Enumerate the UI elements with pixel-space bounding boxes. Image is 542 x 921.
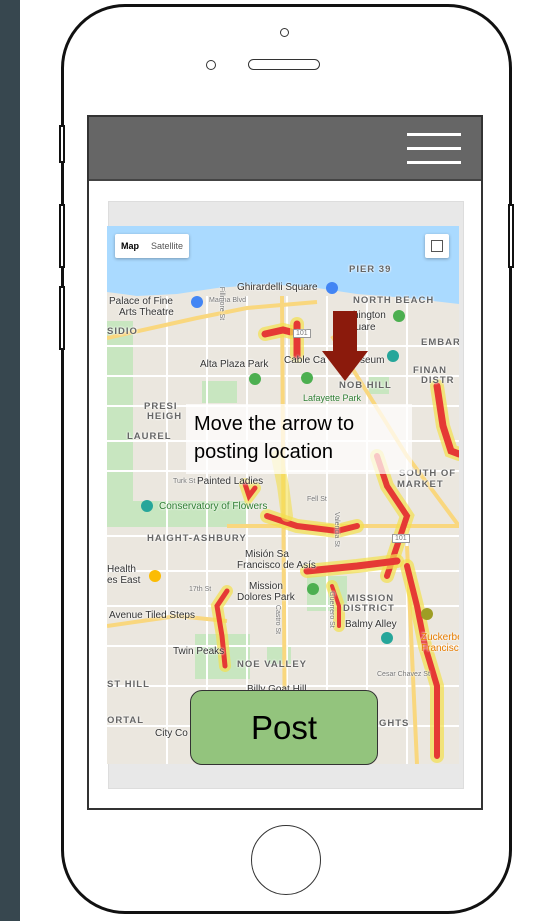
road-label: Fell St — [307, 496, 327, 503]
map-place-label: ST HILL — [107, 679, 150, 690]
map-place-label: NORTH BEACH — [353, 295, 435, 306]
front-camera-icon — [280, 28, 289, 37]
map-place-label: Balmy Alley — [345, 619, 397, 630]
heatmap-map[interactable]: Map Satellite PIER 39 Ghirardelli Square… — [107, 226, 459, 764]
hamburger-menu-icon[interactable] — [407, 133, 461, 165]
map-place-label: Twin Peaks — [173, 646, 225, 657]
phone-mute-switch — [59, 125, 65, 163]
phone-volume-down — [59, 286, 65, 350]
map-place-label: EMBAR — [421, 337, 459, 348]
map-place-label: Palace of Fine — [109, 296, 173, 307]
app-header — [89, 117, 481, 181]
map-place-label: HEIGH — [147, 411, 183, 422]
map-view-tab[interactable]: Map — [115, 234, 145, 258]
map-place-label: Misión Sa — [245, 549, 289, 560]
road-label: 17th St — [189, 586, 212, 593]
map-place-label: City Co — [155, 728, 188, 739]
road-label: Guerrero St — [327, 591, 335, 628]
sensor-icon — [206, 60, 216, 70]
map-place-label: DISTR — [421, 375, 455, 386]
map-place-label: ORTAL — [107, 715, 145, 726]
location-arrow-icon[interactable] — [322, 311, 368, 381]
road-label: Fillmore St — [218, 286, 226, 321]
instruction-line-2: posting location — [194, 441, 333, 463]
satellite-view-tab[interactable]: Satellite — [145, 234, 189, 258]
map-type-toggle[interactable]: Map Satellite — [115, 234, 190, 258]
left-dark-bar — [0, 0, 20, 921]
road-label: 101 — [392, 534, 410, 543]
post-button[interactable]: Post — [190, 690, 378, 765]
map-place-label: DISTRICT — [343, 603, 395, 614]
road-label: Valencia St — [332, 512, 340, 547]
map-place-label: Avenue Tiled Steps — [109, 610, 195, 621]
phone-power-button — [508, 204, 514, 268]
map-place-label: Painted Ladies — [197, 476, 264, 487]
map-place-label: Francisco — [421, 643, 459, 654]
map-place-label: HAIGHT-ASHBURY — [147, 533, 247, 544]
map-place-label: Francisco de Asís — [237, 560, 316, 571]
phone-volume-up — [59, 204, 65, 268]
instruction-text: Move the arrow to posting location — [194, 410, 424, 466]
map-place-label: GHTS — [379, 718, 410, 729]
map-place-label: MARKET — [397, 479, 444, 490]
map-place-label: Alta Plaza Park — [200, 359, 269, 370]
map-place-label: Health — [107, 564, 136, 575]
map-place-label: es East — [107, 575, 141, 586]
road-label: Cesar Chavez St — [377, 671, 430, 678]
map-place-label: NOE VALLEY — [237, 659, 307, 670]
map-place-label: Arts Theatre — [119, 307, 174, 318]
map-place-label: LAUREL — [127, 431, 172, 442]
road-label: Marina Blvd — [209, 297, 246, 304]
map-place-label: Conservatory of Flowers — [159, 501, 268, 512]
map-place-label: Zuckerber — [421, 632, 459, 643]
instruction-line-1: Move the arrow to — [194, 413, 355, 435]
road-label: Lafayette Park — [303, 393, 362, 403]
road-label: 101 — [293, 329, 311, 338]
map-place-label: PIER 39 — [349, 264, 392, 275]
map-place-label: Dolores Park — [237, 592, 295, 603]
map-place-label: NOB HILL — [339, 380, 392, 391]
home-button[interactable] — [251, 825, 321, 895]
fullscreen-icon[interactable] — [425, 234, 449, 258]
road-label: Turk St — [173, 478, 196, 485]
speaker-grille — [248, 59, 320, 70]
map-place-label: Ghirardelli Square — [237, 282, 318, 293]
road-label: Castro St — [274, 604, 282, 635]
map-place-label: Mission — [249, 581, 283, 592]
map-place-label: Cable Ca — [284, 355, 326, 366]
map-place-label: SIDIO — [107, 326, 138, 337]
